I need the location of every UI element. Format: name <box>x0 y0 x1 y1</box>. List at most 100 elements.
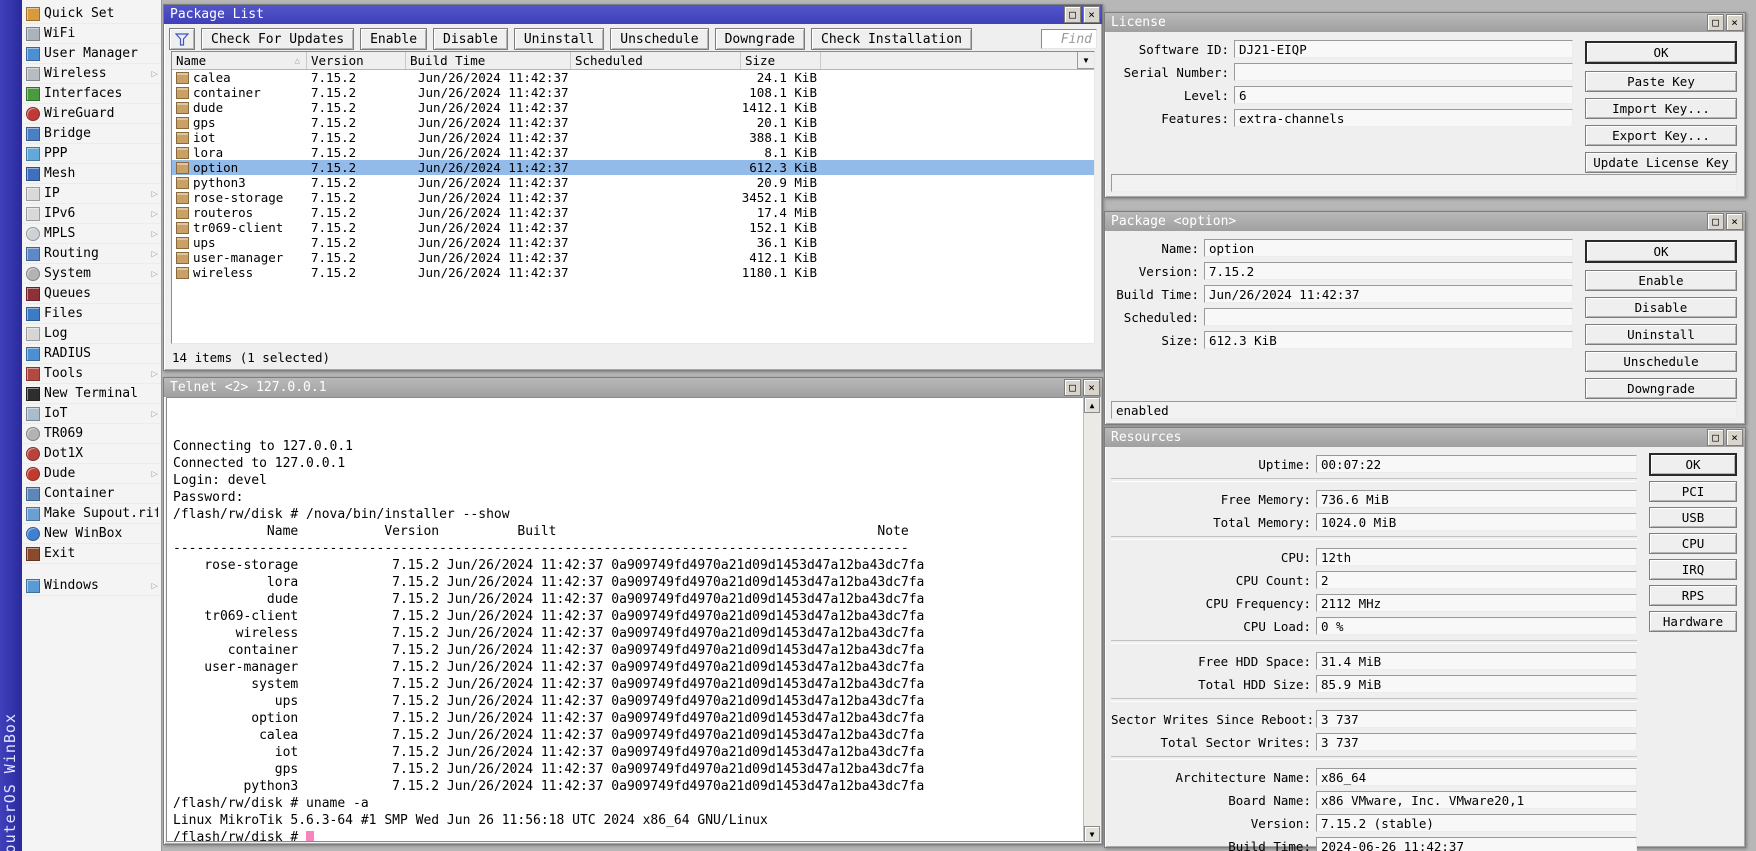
resources-value-architecture-name[interactable]: x86_64 <box>1316 768 1637 786</box>
sidebar-item-routing[interactable]: Routing▷ <box>22 244 161 264</box>
sidebar-item-quick-set[interactable]: Quick Set <box>22 4 161 24</box>
package-option-value-name[interactable]: option <box>1204 239 1573 257</box>
sidebar-item-new-terminal[interactable]: New Terminal <box>22 384 161 404</box>
downgrade-button[interactable]: Downgrade <box>715 28 805 50</box>
resources-pci-button[interactable]: PCI <box>1649 481 1737 502</box>
resources-value-free-memory[interactable]: 736.6 MiB <box>1316 490 1637 508</box>
license-titlebar[interactable]: License □ × <box>1105 13 1745 32</box>
table-row[interactable]: rose-storage7.15.2Jun/26/2024 11:42:3734… <box>172 190 1094 205</box>
column-header-scheduled[interactable]: Scheduled <box>571 52 741 69</box>
sidebar-item-files[interactable]: Files <box>22 304 161 324</box>
package-option-unschedule-button[interactable]: Unschedule <box>1585 351 1737 372</box>
resources-value-sector-writes-since-reboot[interactable]: 3 737 <box>1316 710 1637 728</box>
close-icon[interactable]: × <box>1083 379 1100 396</box>
check-installation-button[interactable]: Check Installation <box>811 28 972 50</box>
sidebar-item-bridge[interactable]: Bridge <box>22 124 161 144</box>
sidebar-item-wireguard[interactable]: WireGuard <box>22 104 161 124</box>
license-value-level[interactable]: 6 <box>1234 86 1573 104</box>
resources-value-version[interactable]: 7.15.2 (stable) <box>1316 814 1637 832</box>
sidebar-item-system[interactable]: System▷ <box>22 264 161 284</box>
table-row[interactable]: user-manager7.15.2Jun/26/2024 11:42:3741… <box>172 250 1094 265</box>
sidebar-item-iot[interactable]: IoT▷ <box>22 404 161 424</box>
resources-value-free-hdd-space[interactable]: 31.4 MiB <box>1316 652 1637 670</box>
table-row[interactable]: iot7.15.2Jun/26/2024 11:42:37388.1 KiB <box>172 130 1094 145</box>
package-option-value-size[interactable]: 612.3 KiB <box>1204 331 1573 349</box>
check-for-updates-button[interactable]: Check For Updates <box>201 28 354 50</box>
sidebar-item-ppp[interactable]: PPP <box>22 144 161 164</box>
minimize-icon[interactable]: □ <box>1707 14 1724 31</box>
table-row[interactable]: lora7.15.2Jun/26/2024 11:42:378.1 KiB <box>172 145 1094 160</box>
license-paste-key-button[interactable]: Paste Key <box>1585 71 1737 92</box>
package-option-titlebar[interactable]: Package <option> □ × <box>1105 212 1745 231</box>
table-row[interactable]: python37.15.2Jun/26/2024 11:42:3720.9 Mi… <box>172 175 1094 190</box>
table-row[interactable]: ups7.15.2Jun/26/2024 11:42:3736.1 KiB <box>172 235 1094 250</box>
sidebar-item-container[interactable]: Container <box>22 484 161 504</box>
close-icon[interactable]: × <box>1726 14 1743 31</box>
minimize-icon[interactable]: □ <box>1064 379 1081 396</box>
license-export-key--button[interactable]: Export Key... <box>1585 125 1737 146</box>
terminal-scrollbar[interactable]: ▲ ▼ <box>1083 397 1100 842</box>
sidebar-item-mpls[interactable]: MPLS▷ <box>22 224 161 244</box>
package-option-disable-button[interactable]: Disable <box>1585 297 1737 318</box>
license-update-license-key-button[interactable]: Update License Key <box>1585 152 1737 173</box>
package-option-value-build-time[interactable]: Jun/26/2024 11:42:37 <box>1204 285 1573 303</box>
table-row[interactable]: gps7.15.2Jun/26/2024 11:42:3720.1 KiB <box>172 115 1094 130</box>
disable-button[interactable]: Disable <box>433 28 508 50</box>
close-icon[interactable]: × <box>1726 213 1743 230</box>
package-option-ok-button[interactable]: OK <box>1585 240 1737 263</box>
column-header-name[interactable]: Name△ <box>172 52 307 69</box>
sidebar-item-radius[interactable]: RADIUS <box>22 344 161 364</box>
resources-value-uptime[interactable]: 00:07:22 <box>1316 455 1637 473</box>
resources-value-cpu-count[interactable]: 2 <box>1316 571 1637 589</box>
resources-value-cpu[interactable]: 12th <box>1316 548 1637 566</box>
package-option-enable-button[interactable]: Enable <box>1585 270 1737 291</box>
table-row[interactable]: dude7.15.2Jun/26/2024 11:42:371412.1 KiB <box>172 100 1094 115</box>
sidebar-item-queues[interactable]: Queues <box>22 284 161 304</box>
column-header-size[interactable]: Size <box>741 52 821 69</box>
table-row[interactable]: container7.15.2Jun/26/2024 11:42:37108.1… <box>172 85 1094 100</box>
license-ok-button[interactable]: OK <box>1585 41 1737 64</box>
unschedule-button[interactable]: Unschedule <box>610 28 708 50</box>
sidebar-item-wifi[interactable]: WiFi <box>22 24 161 44</box>
uninstall-button[interactable]: Uninstall <box>514 28 604 50</box>
package-option-downgrade-button[interactable]: Downgrade <box>1585 378 1737 399</box>
resources-value-total-memory[interactable]: 1024.0 MiB <box>1316 513 1637 531</box>
license-value-software-id[interactable]: DJ21-EIQP <box>1234 40 1573 58</box>
close-icon[interactable]: × <box>1726 429 1743 446</box>
sidebar-item-dot1x[interactable]: Dot1X <box>22 444 161 464</box>
minimize-icon[interactable]: □ <box>1707 213 1724 230</box>
minimize-icon[interactable]: □ <box>1064 6 1081 23</box>
sidebar-item-exit[interactable]: Exit <box>22 544 161 564</box>
resources-value-cpu-frequency[interactable]: 2112 MHz <box>1316 594 1637 612</box>
table-row[interactable]: tr069-client7.15.2Jun/26/2024 11:42:3715… <box>172 220 1094 235</box>
enable-button[interactable]: Enable <box>360 28 427 50</box>
resources-hardware-button[interactable]: Hardware <box>1649 611 1737 632</box>
table-row[interactable]: wireless7.15.2Jun/26/2024 11:42:371180.1… <box>172 265 1094 280</box>
terminal-viewport[interactable]: Connecting to 127.0.0.1 Connected to 127… <box>166 397 1100 842</box>
telnet-titlebar[interactable]: Telnet <2> 127.0.0.1 □ × <box>164 378 1102 397</box>
resources-rps-button[interactable]: RPS <box>1649 585 1737 606</box>
package-option-value-version[interactable]: 7.15.2 <box>1204 262 1573 280</box>
sidebar-item-user-manager[interactable]: User Manager <box>22 44 161 64</box>
table-row[interactable]: calea7.15.2Jun/26/2024 11:42:3724.1 KiB <box>172 70 1094 85</box>
scroll-down-icon[interactable]: ▼ <box>1084 826 1100 842</box>
column-header-version[interactable]: Version <box>307 52 406 69</box>
resources-ok-button[interactable]: OK <box>1649 453 1737 476</box>
table-row[interactable]: routeros7.15.2Jun/26/2024 11:42:3717.4 M… <box>172 205 1094 220</box>
sidebar-item-dude[interactable]: Dude▷ <box>22 464 161 484</box>
package-option-value-scheduled[interactable] <box>1204 308 1573 326</box>
sidebar-item-tr069[interactable]: TR069 <box>22 424 161 444</box>
package-list-titlebar[interactable]: Package List □ × <box>164 5 1102 24</box>
package-option-uninstall-button[interactable]: Uninstall <box>1585 324 1737 345</box>
resources-cpu-button[interactable]: CPU <box>1649 533 1737 554</box>
sidebar-item-mesh[interactable]: Mesh <box>22 164 161 184</box>
sidebar-item-interfaces[interactable]: Interfaces <box>22 84 161 104</box>
resources-titlebar[interactable]: Resources □ × <box>1105 428 1745 447</box>
license-value-serial-number[interactable] <box>1234 63 1573 81</box>
scroll-up-icon[interactable]: ▲ <box>1084 397 1100 413</box>
sidebar-item-make-supout-rif[interactable]: Make Supout.rif <box>22 504 161 524</box>
column-dropdown-icon[interactable]: ▼ <box>1077 52 1094 69</box>
resources-value-build-time[interactable]: 2024-06-26 11:42:37 <box>1316 837 1637 851</box>
resources-irq-button[interactable]: IRQ <box>1649 559 1737 580</box>
sidebar-item-windows[interactable]: Windows▷ <box>22 576 161 596</box>
